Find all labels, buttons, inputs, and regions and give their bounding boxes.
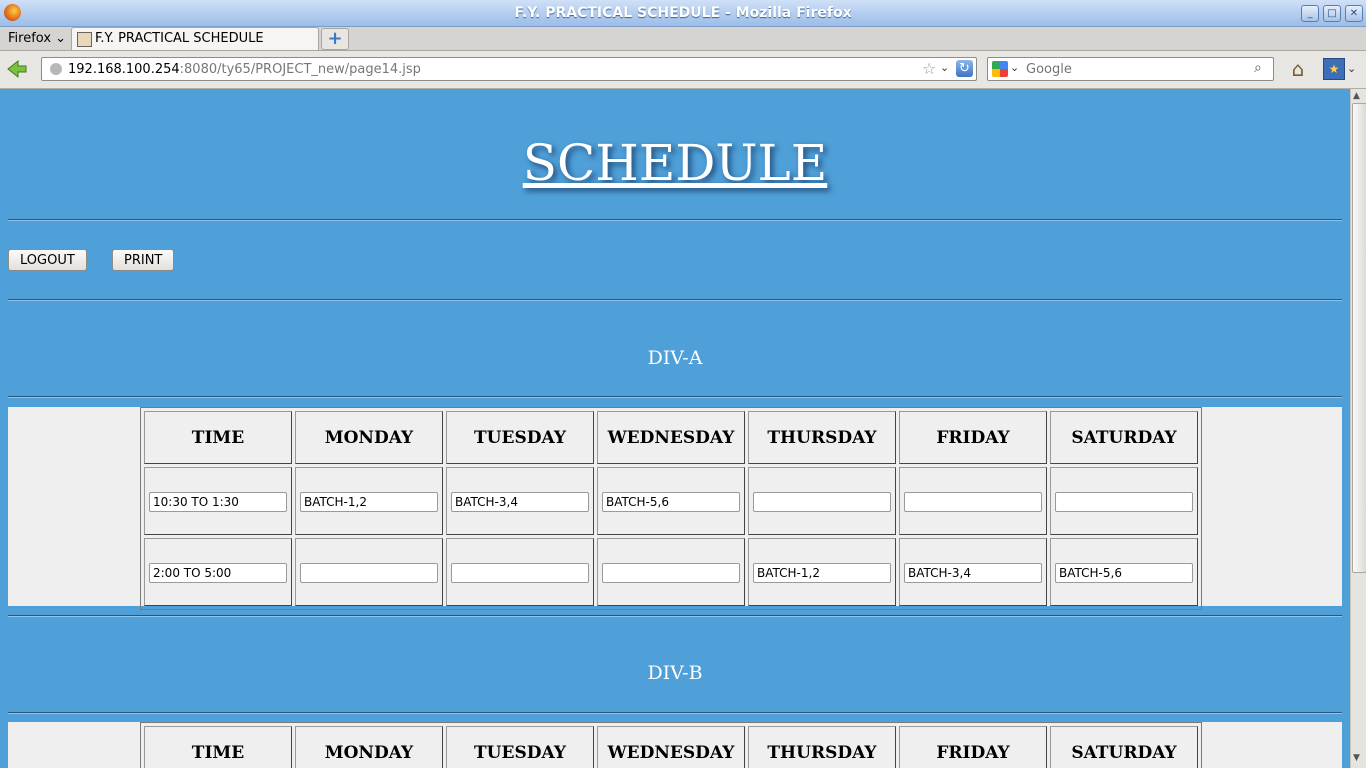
column-header-time: TIME <box>144 411 292 464</box>
scroll-down-arrow-icon[interactable]: ▼ <box>1353 753 1360 763</box>
url-history-dropdown-icon[interactable]: ⌄ <box>940 61 949 74</box>
column-header-friday: FRIDAY <box>899 411 1047 464</box>
schedule-cell-field[interactable] <box>904 562 1042 583</box>
page-favicon-icon <box>77 32 92 47</box>
column-header-tuesday: TUESDAY <box>446 726 594 768</box>
firefox-menu-label: Firefox <box>8 31 52 46</box>
schedule-cell-field[interactable] <box>602 491 740 512</box>
search-engine-icon[interactable] <box>992 61 1008 77</box>
tab-schedule[interactable]: F.Y. PRACTICAL SCHEDULE <box>71 27 319 50</box>
schedule-cell-field[interactable] <box>300 562 438 583</box>
column-header-monday: MONDAY <box>295 411 443 464</box>
window-title-bar: F.Y. PRACTICAL SCHEDULE - Mozilla Firefo… <box>0 0 1366 27</box>
column-header-wednesday: WEDNESDAY <box>597 411 745 464</box>
column-header-saturday: SATURDAY <box>1050 726 1198 768</box>
page-title: SCHEDULE <box>522 134 828 192</box>
search-input[interactable] <box>1024 60 1254 78</box>
tab-label: F.Y. PRACTICAL SCHEDULE <box>95 31 264 46</box>
schedule-table-area: TIME MONDAY TUESDAY WEDNESDAY THURSDAY F… <box>8 407 1342 610</box>
logout-button[interactable]: LOGOUT <box>8 249 87 271</box>
column-header-time: TIME <box>144 726 292 768</box>
column-header-saturday: SATURDAY <box>1050 411 1198 464</box>
table-cell <box>597 467 745 535</box>
schedule-cell-field[interactable] <box>753 491 891 512</box>
schedule-cell-field[interactable] <box>300 491 438 512</box>
time-slot-field[interactable] <box>149 491 287 512</box>
bookmarks-dropdown-icon[interactable]: ⌄ <box>1347 62 1356 75</box>
scrollbar-thumb[interactable] <box>1352 103 1366 573</box>
url-host: 192.168.100.254 <box>68 62 180 77</box>
table-cell <box>899 467 1047 535</box>
maximize-button[interactable]: □ <box>1323 5 1341 22</box>
page-content: SCHEDULE LOGOUT PRINT DIV-A TIME MONDAY … <box>0 89 1350 768</box>
time-slot-field[interactable] <box>149 562 287 583</box>
column-header-thursday: THURSDAY <box>748 411 896 464</box>
table-header-row: TIME MONDAY TUESDAY WEDNESDAY THURSDAY F… <box>144 411 1198 464</box>
url-bar[interactable]: 192.168.100.254:8080/ty65/PROJECT_new/pa… <box>41 57 977 81</box>
table-cell <box>1050 467 1198 535</box>
table-cell <box>295 538 443 606</box>
site-identity-icon[interactable] <box>50 63 62 75</box>
table-cell <box>144 467 292 535</box>
divider <box>8 712 1342 714</box>
table-cell <box>597 538 745 606</box>
table-cell <box>899 538 1047 606</box>
schedule-cell-field[interactable] <box>602 562 740 583</box>
print-button[interactable]: PRINT <box>112 249 175 271</box>
divider <box>8 299 1342 301</box>
table-cell <box>144 538 292 606</box>
navigation-toolbar: 192.168.100.254:8080/ty65/PROJECT_new/pa… <box>0 51 1366 89</box>
division-title: DIV-B <box>647 662 703 684</box>
column-header-monday: MONDAY <box>295 726 443 768</box>
schedule-table-div-b: TIME MONDAY TUESDAY WEDNESDAY THURSDAY F… <box>140 722 1202 768</box>
schedule-table-area: TIME MONDAY TUESDAY WEDNESDAY THURSDAY F… <box>8 722 1342 768</box>
table-header-row: TIME MONDAY TUESDAY WEDNESDAY THURSDAY F… <box>144 726 1198 768</box>
search-engine-dropdown-icon[interactable]: ⌄ <box>1010 61 1019 74</box>
new-tab-button[interactable]: + <box>321 28 349 50</box>
close-button[interactable]: ✕ <box>1345 5 1363 22</box>
schedule-cell-field[interactable] <box>451 491 589 512</box>
column-header-wednesday: WEDNESDAY <box>597 726 745 768</box>
schedule-cell-field[interactable] <box>1055 562 1193 583</box>
bookmarks-icon[interactable]: ★ <box>1323 58 1345 80</box>
search-bar[interactable]: ⌄ ⌕ <box>987 57 1274 81</box>
schedule-cell-field[interactable] <box>1055 491 1193 512</box>
window-title: F.Y. PRACTICAL SCHEDULE - Mozilla Firefo… <box>514 5 852 21</box>
division-title: DIV-A <box>647 347 703 369</box>
vertical-scrollbar[interactable]: ▲ ▼ <box>1350 89 1366 768</box>
bookmark-star-icon[interactable]: ☆ <box>922 59 936 78</box>
table-cell <box>446 467 594 535</box>
home-icon[interactable]: ⌂ <box>1286 57 1310 81</box>
table-cell <box>748 467 896 535</box>
minimize-button[interactable]: _ <box>1301 5 1319 22</box>
chevron-down-icon: ⌄ <box>55 31 67 46</box>
table-row <box>144 538 1198 606</box>
schedule-cell-field[interactable] <box>451 562 589 583</box>
search-icon[interactable]: ⌕ <box>1254 60 1262 76</box>
table-cell <box>1050 538 1198 606</box>
schedule-cell-field[interactable] <box>904 491 1042 512</box>
divider <box>8 396 1342 398</box>
back-arrow-icon[interactable] <box>6 58 28 80</box>
column-header-tuesday: TUESDAY <box>446 411 594 464</box>
divider <box>8 615 1342 617</box>
divider <box>8 219 1342 221</box>
url-path: :8080/ty65/PROJECT_new/page14.jsp <box>179 62 421 77</box>
table-cell <box>748 538 896 606</box>
scroll-up-arrow-icon[interactable]: ▲ <box>1353 91 1360 101</box>
reload-icon[interactable]: ↻ <box>956 60 973 77</box>
url-text[interactable]: 192.168.100.254:8080/ty65/PROJECT_new/pa… <box>68 62 421 77</box>
column-header-friday: FRIDAY <box>899 726 1047 768</box>
table-cell <box>295 467 443 535</box>
schedule-table-div-a: TIME MONDAY TUESDAY WEDNESDAY THURSDAY F… <box>140 407 1202 610</box>
table-row <box>144 467 1198 535</box>
table-cell <box>446 538 594 606</box>
column-header-thursday: THURSDAY <box>748 726 896 768</box>
tab-bar: Firefox ⌄ F.Y. PRACTICAL SCHEDULE + <box>0 27 1366 51</box>
firefox-menu-button[interactable]: Firefox ⌄ <box>8 31 66 46</box>
schedule-cell-field[interactable] <box>753 562 891 583</box>
